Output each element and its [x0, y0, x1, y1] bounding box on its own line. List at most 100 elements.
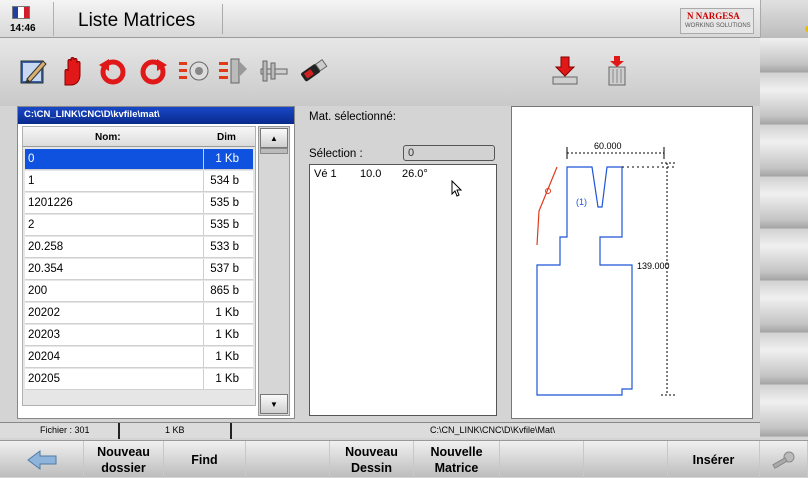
page-title: Liste Matrices: [78, 10, 196, 31]
file-size: 533 b: [210, 241, 239, 253]
status-bar: Fichier : 301 1 KB C:\CN_LINK\CNC\D\Kvfi…: [0, 422, 760, 439]
function-key-bar: Nouveau dossier Find Nouveau Dessin Nouvel…: [0, 440, 808, 478]
selection-panel: Mat. sélectionné: Sélection : 0 Vé 1 10.0…: [303, 106, 503, 419]
width-dimension: 60.000: [594, 141, 622, 151]
vee-angle: 26.0°: [402, 168, 428, 180]
france-flag-icon[interactable]: [12, 6, 30, 19]
clock: 14:46: [10, 23, 36, 34]
toggle-left-icon[interactable]: [176, 52, 210, 90]
back-button[interactable]: [0, 441, 84, 478]
file-size: 1 Kb: [215, 153, 239, 165]
file-name: 200: [28, 285, 48, 297]
usb-drive-icon[interactable]: [296, 52, 330, 90]
matrix-details: Vé 1 10.0 26.0°: [309, 164, 497, 416]
file-list[interactable]: Nom: Dim 0 1 Kb 1 534 b 1201226 535 b 2 535 b 20…: [22, 126, 256, 406]
selection-label: Sélection :: [309, 148, 363, 160]
column-divider: [203, 215, 204, 236]
list-header: Nom: Dim: [23, 127, 255, 147]
column-divider: [203, 281, 204, 302]
file-name: 2: [28, 219, 35, 231]
tool-profile: [536, 166, 558, 246]
file-count: Fichier : 301: [40, 425, 90, 435]
caliper-icon[interactable]: [256, 52, 290, 90]
file-name: 20202: [28, 307, 60, 319]
file-size: 1 Kb: [215, 373, 239, 385]
rotate-right-icon[interactable]: [136, 52, 170, 90]
column-divider: [203, 303, 204, 324]
toolbar: [0, 38, 760, 106]
empty-key-1[interactable]: [246, 441, 330, 478]
file-name: 20204: [28, 351, 60, 363]
column-divider: [203, 369, 204, 390]
delete-bin-icon[interactable]: [600, 52, 634, 90]
list-item[interactable]: 20205 1 Kb: [25, 369, 253, 390]
find-button[interactable]: Find: [164, 441, 246, 478]
column-divider: [203, 149, 204, 170]
scroll-up-button[interactable]: ▲: [260, 128, 288, 148]
column-divider: [203, 259, 204, 280]
insert-button[interactable]: Insérer: [668, 441, 760, 478]
list-item[interactable]: 2 535 b: [25, 215, 253, 236]
empty-key-3[interactable]: [584, 441, 668, 478]
column-divider: [203, 237, 204, 258]
new-folder-button[interactable]: Nouveau dossier: [84, 441, 164, 478]
toggle-right-icon[interactable]: [216, 52, 250, 90]
file-size: 1 Kb: [215, 329, 239, 341]
file-name: 20.354: [28, 263, 64, 275]
file-name: 20205: [28, 373, 60, 385]
file-name: 1: [28, 175, 35, 187]
file-size: 1 KB: [165, 425, 185, 435]
divider: [222, 4, 223, 34]
file-size: 1 Kb: [215, 351, 239, 363]
file-size: 865 b: [210, 285, 239, 297]
new-matrix-button[interactable]: Nouvelle Matrice: [414, 441, 500, 478]
empty-key-2[interactable]: [500, 441, 584, 478]
vee-dimension: 10.0: [360, 168, 382, 180]
back-arrow-icon: [26, 449, 56, 470]
selection-field[interactable]: 0: [403, 145, 495, 161]
column-divider: [203, 347, 204, 368]
main-area: C:\CN_LINK\CNC\D\kvfile\mat\ Nom: Dim 0 1…: [13, 106, 757, 422]
column-dim-header[interactable]: Dim: [217, 132, 236, 143]
new-drawing-button[interactable]: Nouveau Dessin: [330, 441, 414, 478]
file-size: 534 b: [210, 175, 239, 187]
logo-tagline: WORKING SOLUTIONS: [685, 23, 751, 29]
vee-label: (1): [576, 197, 587, 207]
wrench-settings-icon: [771, 451, 794, 469]
top-bar: 14:46 Liste Matrices N NARGESA WORKING S…: [0, 0, 808, 38]
mouse-pointer-icon: [451, 180, 463, 197]
scroll-thumb[interactable]: [260, 148, 288, 154]
rotate-left-icon[interactable]: [96, 52, 130, 90]
height-dimension: 139.000: [637, 261, 670, 271]
column-divider: [203, 325, 204, 346]
list-item[interactable]: 0 1 Kb: [25, 149, 253, 170]
language-clock-box[interactable]: 14:46: [2, 2, 54, 36]
list-item[interactable]: 20202 1 Kb: [25, 303, 253, 324]
file-size: 1 Kb: [215, 307, 239, 319]
pencil-edit-icon[interactable]: [16, 52, 50, 90]
file-size: 535 b: [210, 197, 239, 209]
top-right-panel: [760, 0, 808, 38]
logo-name: N NARGESA: [687, 11, 740, 21]
vee-type: Vé 1: [314, 168, 337, 180]
column-divider: [203, 171, 204, 192]
list-item[interactable]: 1 534 b: [25, 171, 253, 192]
column-name-header[interactable]: Nom:: [95, 132, 121, 143]
list-item[interactable]: 20204 1 Kb: [25, 347, 253, 368]
file-name: 1201226: [28, 197, 73, 209]
selected-matrix-title: Mat. sélectionné:: [309, 111, 396, 123]
stop-hand-icon[interactable]: [56, 52, 90, 90]
scroll-down-button[interactable]: ▼: [260, 394, 288, 414]
list-item[interactable]: 20.354 537 b: [25, 259, 253, 280]
list-item[interactable]: 20.258 533 b: [25, 237, 253, 258]
folder-path: C:\CN_LINK\CNC\D\kvfile\mat\: [18, 107, 294, 124]
list-item[interactable]: 200 865 b: [25, 281, 253, 302]
import-disk-icon[interactable]: [548, 52, 582, 90]
vertical-scrollbar[interactable]: ▲ ▼: [258, 126, 290, 416]
settings-button[interactable]: [760, 441, 808, 478]
file-name: 20.258: [28, 241, 64, 253]
list-item[interactable]: 1201226 535 b: [25, 193, 253, 214]
brand-logo: N NARGESA WORKING SOLUTIONS: [680, 8, 754, 34]
list-item[interactable]: 20203 1 Kb: [25, 325, 253, 346]
column-divider: [203, 193, 204, 214]
